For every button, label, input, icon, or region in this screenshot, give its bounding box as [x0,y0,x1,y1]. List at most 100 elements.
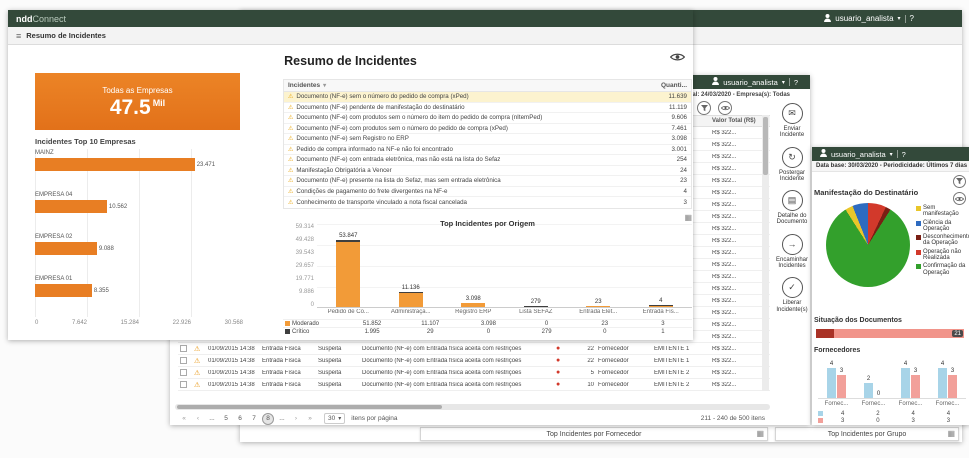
fornecedor-bar[interactable]: 3 [911,375,920,398]
page-item[interactable]: « [178,413,190,425]
toolbar-action[interactable]: ↻Postergar Incidente [774,147,810,183]
toolbar-action[interactable]: ✉Enviar Incidente [774,103,810,139]
x-axis-tick: 0 [35,320,38,326]
incident-row[interactable]: ⚠Documento (NF-e) presente na lista do S… [284,176,691,187]
incident-row[interactable]: ⚠Documento (NF-e) sem o número do pedido… [284,92,691,103]
row-checkbox[interactable] [180,381,187,388]
grid-icon[interactable]: ▦ [756,429,764,438]
scrollbar-thumb[interactable] [177,405,442,409]
toolbar-action-label: Encaminhar Incidentes [774,257,810,270]
incident-row[interactable]: ⚠Documento (NF-e) com produtos sem o núm… [284,113,691,124]
cell-valor: R$ 322... [710,166,770,172]
toolbar-action[interactable]: ▤Detalhe do Documento [774,190,810,226]
cell-participante: EMITENTE 1 [652,358,710,364]
page-item[interactable]: ... [276,413,288,425]
column-header-valor[interactable]: Valor Total (R$) [710,116,770,126]
menu-icon[interactable]: ≡ [16,31,21,41]
page-item[interactable]: 6 [234,413,246,425]
y-axis-tick: 49.428 [296,237,314,243]
page-item[interactable]: 5 [220,413,232,425]
stacked-bar[interactable] [649,305,673,307]
x-category-label: Entrada Fís... [630,309,693,317]
page-item[interactable]: ... [206,413,218,425]
fornecedor-bar[interactable]: 3 [948,375,957,398]
column-header-quantidade[interactable]: Quanti... [643,82,687,89]
page-current[interactable]: 8 [262,413,274,425]
filter-icon[interactable] [953,175,966,188]
table-row[interactable]: ⚠01/09/2015 14:38Entrada FísicaSuspeitaD… [178,367,770,379]
incident-row[interactable]: ⚠Documento (NF-e) pendente de manifestaç… [284,103,691,114]
cell-criticidade: ● [554,357,572,364]
incident-count: 23 [643,177,687,184]
situacao-bar[interactable]: 21 [816,329,964,338]
origem-panel-header: Top Incidentes por Origem ▦ [283,213,692,224]
toolbar-action[interactable]: ✓Liberar Incidente(s) [774,277,810,313]
incident-table-header: Incidentes ▾ Quanti... [284,80,691,92]
row-checkbox[interactable] [180,369,187,376]
user-menu[interactable]: usuario_analista ▾ ? [712,77,810,87]
kpi-card-todas-empresas[interactable]: Todas as Empresas 47.5Mil [35,73,240,130]
row-checkbox[interactable] [180,357,187,364]
legend-color-chip [818,418,823,423]
filter-icon[interactable] [697,101,711,115]
horizontal-scrollbar[interactable] [175,404,770,410]
fornecedor-bar[interactable]: 3 [837,375,846,398]
help-button[interactable]: ? [794,78,798,87]
incident-count: 3.001 [643,146,687,153]
stacked-bar[interactable] [586,306,610,307]
incident-row[interactable]: ⚠Documento (NF-e) com produtos sem o núm… [284,124,691,135]
panel-top-incidentes-fornecedor[interactable]: Top Incidentes por Fornecedor ▦ [420,427,768,441]
pie-legend-label: Ciência da Operação [923,220,968,233]
warning-icon: ⚠ [288,156,293,163]
incident-row[interactable]: ⚠Condições de pagamento do frete diverge… [284,187,691,198]
user-menu[interactable]: usuario_analista ▾ ? [824,14,962,24]
cell-origem: Entrada Física [260,370,316,376]
fornecedores-legend-table: 42443033 [818,410,966,424]
table-row[interactable]: ⚠01/09/2015 14:38Entrada FísicaSuspeitaD… [178,355,770,367]
eye-icon[interactable] [953,192,966,205]
grid-icon[interactable]: ▦ [684,213,692,222]
column-header-incidentes[interactable]: Incidentes ▾ [288,82,643,89]
panel-title-manifestacao: Manifestação do Destinatário [814,188,918,197]
grid-icon[interactable]: ▦ [947,429,955,438]
dashboard-content: Resumo de Incidentes Todas as Empresas 4… [8,45,693,340]
top10-bar[interactable] [35,200,107,213]
page-item[interactable]: 7 [248,413,260,425]
page-item[interactable]: » [304,413,316,425]
top10-category-label: MAINZ [35,149,243,158]
row-checkbox[interactable] [180,345,187,352]
eye-icon[interactable] [718,101,732,115]
stacked-bar[interactable] [461,303,485,307]
incident-row[interactable]: ⚠Documento (NF-e) com entrada eletrônica… [284,155,691,166]
table-row[interactable]: ⚠01/09/2015 14:38Entrada FísicaSuspeitaD… [178,343,770,355]
top10-bar[interactable] [35,158,195,171]
table-row[interactable]: ⚠01/09/2015 14:38Entrada FísicaSuspeitaD… [178,379,770,391]
panel-top-incidentes-grupo[interactable]: Top Incidentes por Grupo ▦ [775,427,959,441]
help-button[interactable]: ? [910,14,914,23]
stacked-bar[interactable] [336,240,360,307]
legend-value: 1.995 [343,329,401,335]
page-item[interactable]: ‹ [192,413,204,425]
stacked-bar[interactable] [524,306,548,307]
stacked-bar[interactable] [399,292,423,307]
cell-criticidade: ● [554,381,572,388]
legend-color-chip [916,250,921,255]
incident-row[interactable]: ⚠Pedido de compra informado na NF-e não … [284,145,691,156]
manifestacao-pie-chart[interactable] [826,203,910,287]
scrollbar-thumb[interactable] [763,117,768,175]
app-logo[interactable]: nddConnect [8,14,66,24]
crítico-segment [524,306,548,307]
incident-row[interactable]: ⚠Documento (NF-e) sem Registro no ERP3.0… [284,134,691,145]
vertical-scrollbar[interactable] [762,115,769,391]
bar-value-label: 3 [835,368,848,374]
incident-row[interactable]: ⚠Conhecimento de transporte vinculado a … [284,197,691,208]
page-item[interactable]: › [290,413,302,425]
user-menu[interactable]: usuario_analista ▾ ? [812,149,906,159]
top10-bar[interactable] [35,284,92,297]
page-size-select[interactable]: 30 ▾ [324,413,345,424]
top10-value-label: 23.471 [197,162,215,168]
help-button[interactable]: ? [902,150,906,159]
toolbar-action[interactable]: →Encaminhar Incidentes [774,234,810,270]
top10-bar[interactable] [35,242,97,255]
incident-row[interactable]: ⚠Manifestação Obrigatória a Vencer24 [284,166,691,177]
